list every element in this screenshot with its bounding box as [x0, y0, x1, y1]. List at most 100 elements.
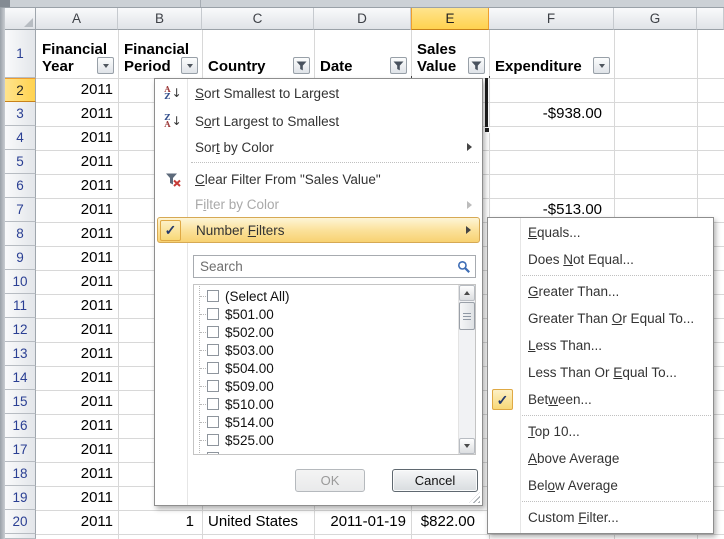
column-header-d[interactable]: D [314, 8, 411, 30]
row-header-12[interactable]: 12 [5, 318, 36, 342]
submenu-item-below-average[interactable]: Below Average [488, 472, 713, 499]
row-header-partial[interactable] [5, 534, 36, 539]
checkbox-icon[interactable] [207, 434, 219, 446]
cell-a4[interactable]: 2011 [37, 126, 117, 150]
submenu-item-less-than[interactable]: Less Than... [488, 332, 713, 359]
row-header-10[interactable]: 10 [5, 270, 36, 294]
menu-item-sort-smallest-to-largest[interactable]: AZ↓Sort Smallest to Largest [157, 79, 480, 107]
filter-value-option-514-00[interactable]: $514.00 [194, 413, 457, 431]
filter-value-option-510-00[interactable]: $510.00 [194, 395, 457, 413]
filter-value-option-509-00[interactable]: $509.00 [194, 377, 457, 395]
applied-filter-button[interactable] [468, 57, 485, 74]
checkbox-icon[interactable] [207, 380, 219, 392]
checkbox-icon[interactable] [207, 362, 219, 374]
search-input[interactable] [194, 256, 475, 277]
filter-value-option-select-all[interactable]: (Select All) [194, 287, 457, 305]
column-header-partial[interactable] [697, 8, 724, 30]
applied-filter-button[interactable] [390, 57, 407, 74]
filter-dropdown-button[interactable] [181, 57, 198, 74]
row-header-9[interactable]: 9 [5, 246, 36, 270]
cell-a10[interactable]: 2011 [37, 270, 117, 294]
row-header-2[interactable]: 2 [5, 78, 36, 102]
resize-grip[interactable] [469, 492, 480, 503]
cell-a12[interactable]: 2011 [37, 318, 117, 342]
row-header-19[interactable]: 19 [5, 486, 36, 510]
cell-c20[interactable]: United States [203, 510, 313, 534]
row-header-16[interactable]: 16 [5, 414, 36, 438]
ok-button[interactable]: OK [295, 469, 365, 492]
filter-value-option-503-00[interactable]: $503.00 [194, 341, 457, 359]
menu-item-filter-by-color[interactable]: Filter by Color [157, 192, 480, 217]
cell-a3[interactable]: 2011 [37, 102, 117, 126]
filter-dropdown-button[interactable] [97, 57, 114, 74]
cell-e20[interactable]: $822.00 [412, 510, 488, 534]
header-cell-financial-period[interactable]: Financial Period [119, 30, 202, 78]
column-header-g[interactable]: G [614, 8, 697, 30]
menu-item-sort-largest-to-smallest[interactable]: ZA↓Sort Largest to Smallest [157, 107, 480, 135]
submenu-item-greater-than[interactable]: Greater Than... [488, 278, 713, 305]
column-header-f[interactable]: F [489, 8, 614, 30]
row-header-3[interactable]: 3 [5, 102, 36, 126]
filter-value-option-504-00[interactable]: $504.00 [194, 359, 457, 377]
filter-value-option-partial[interactable] [194, 449, 457, 455]
cell-a7[interactable]: 2011 [37, 198, 117, 222]
header-cell-country[interactable]: Country [203, 30, 314, 78]
header-cell-financial-year[interactable]: Financial Year [37, 30, 118, 78]
row-header-5[interactable]: 5 [5, 150, 36, 174]
submenu-item-greater-than-or-equal-to[interactable]: Greater Than Or Equal To... [488, 305, 713, 332]
cell-f3[interactable]: -$938.00 [490, 102, 613, 126]
cell-a17[interactable]: 2011 [37, 438, 117, 462]
cell-a19[interactable]: 2011 [37, 486, 117, 510]
cell-a2[interactable]: 2011 [37, 78, 117, 102]
column-header-e[interactable]: E [411, 8, 489, 30]
cell-a13[interactable]: 2011 [37, 342, 117, 366]
scroll-down-button[interactable] [459, 438, 475, 454]
row-header-14[interactable]: 14 [5, 366, 36, 390]
filter-value-option-502-00[interactable]: $502.00 [194, 323, 457, 341]
row-header-8[interactable]: 8 [5, 222, 36, 246]
cell-a20[interactable]: 2011 [37, 510, 117, 534]
submenu-item-custom-filter[interactable]: Custom Filter... [488, 504, 713, 531]
row-header-13[interactable]: 13 [5, 342, 36, 366]
fill-handle[interactable] [484, 127, 490, 133]
menu-item-sort-by-color[interactable]: Sort by Color [157, 135, 480, 159]
cancel-button[interactable]: Cancel [392, 469, 478, 492]
header-cell-date[interactable]: Date [315, 30, 411, 78]
menu-item-number-filters[interactable]: ✓Number Filters [157, 217, 480, 243]
cell-a16[interactable]: 2011 [37, 414, 117, 438]
submenu-item-top-10[interactable]: Top 10... [488, 418, 713, 445]
cell-a15[interactable]: 2011 [37, 390, 117, 414]
row-header-11[interactable]: 11 [5, 294, 36, 318]
checkbox-icon[interactable] [207, 452, 219, 455]
submenu-item-equals[interactable]: Equals... [488, 219, 713, 246]
row-header-20[interactable]: 20 [5, 510, 36, 534]
search-icon[interactable] [457, 260, 471, 274]
row-header-7[interactable]: 7 [5, 198, 36, 222]
submenu-item-does-not-equal[interactable]: Does Not Equal... [488, 246, 713, 273]
select-all-corner[interactable] [5, 8, 36, 30]
submenu-item-between[interactable]: ✓Between... [488, 386, 713, 413]
row-header-4[interactable]: 4 [5, 126, 36, 150]
filter-value-option-525-00[interactable]: $525.00 [194, 431, 457, 449]
cell-a18[interactable]: 2011 [37, 462, 117, 486]
filter-value-option-501-00[interactable]: $501.00 [194, 305, 457, 323]
filter-dropdown-button[interactable] [593, 57, 610, 74]
cell-a5[interactable]: 2011 [37, 150, 117, 174]
checkbox-icon[interactable] [207, 344, 219, 356]
scroll-up-button[interactable] [459, 285, 475, 301]
cell-a14[interactable]: 2011 [37, 366, 117, 390]
checkbox-icon[interactable] [207, 398, 219, 410]
column-header-b[interactable]: B [118, 8, 202, 30]
checkbox-icon[interactable] [207, 290, 219, 302]
checkbox-icon[interactable] [207, 326, 219, 338]
cell-d20[interactable]: 2011-01-19 [315, 510, 410, 534]
row-header-17[interactable]: 17 [5, 438, 36, 462]
scrollbar-thumb[interactable] [459, 302, 475, 330]
cell-a11[interactable]: 2011 [37, 294, 117, 318]
cell-a8[interactable]: 2011 [37, 222, 117, 246]
row-header-15[interactable]: 15 [5, 390, 36, 414]
header-cell-expenditure[interactable]: Expenditure [490, 30, 614, 78]
submenu-item-above-average[interactable]: Above Average [488, 445, 713, 472]
cell-a6[interactable]: 2011 [37, 174, 117, 198]
cell-a9[interactable]: 2011 [37, 246, 117, 270]
